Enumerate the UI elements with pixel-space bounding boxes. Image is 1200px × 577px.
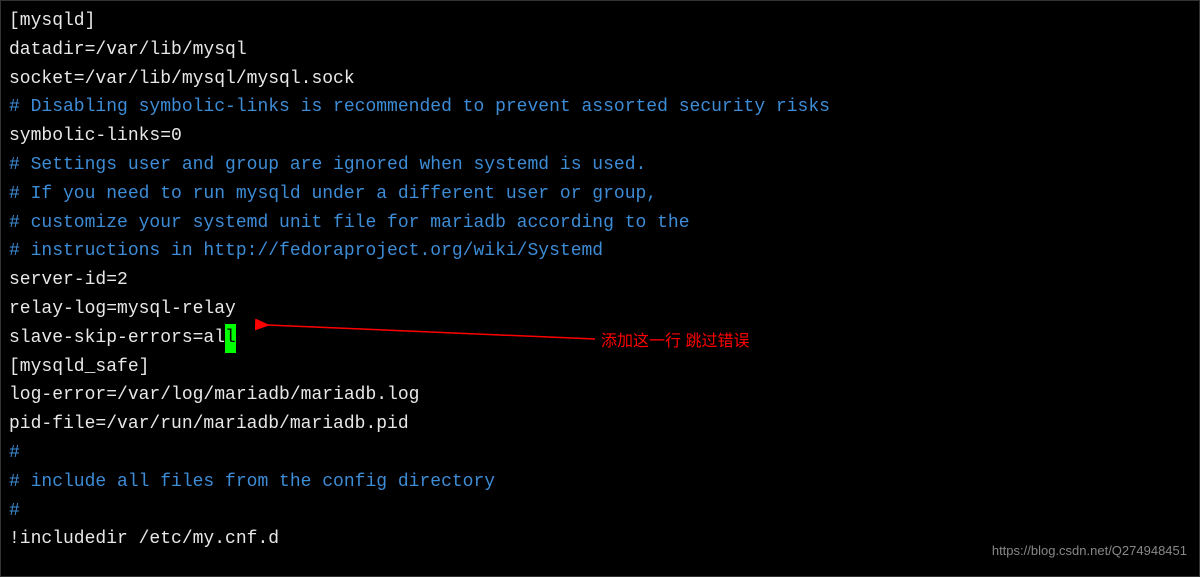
- config-comment-customize: # customize your systemd unit file for m…: [9, 209, 1191, 238]
- slave-skip-text: slave-skip-errors=al: [9, 328, 225, 348]
- config-comment-symbolic: # Disabling symbolic-links is recommende…: [9, 93, 1191, 122]
- config-hash1: #: [9, 439, 1191, 468]
- terminal-cursor: l: [225, 324, 236, 353]
- terminal-content: [mysqld] datadir=/var/lib/mysql socket=/…: [9, 7, 1191, 554]
- config-log-error: log-error=/var/log/mariadb/mariadb.log: [9, 381, 1191, 410]
- annotation-text: 添加这一行 跳过错误: [601, 329, 749, 355]
- config-section-mysqld-safe: [mysqld_safe]: [9, 353, 1191, 382]
- config-socket: socket=/var/lib/mysql/mysql.sock: [9, 65, 1191, 94]
- config-comment-instructions: # instructions in http://fedoraproject.o…: [9, 237, 1191, 266]
- config-datadir: datadir=/var/lib/mysql: [9, 36, 1191, 65]
- config-comment-ifyou: # If you need to run mysqld under a diff…: [9, 180, 1191, 209]
- config-section-mysqld: [mysqld]: [9, 7, 1191, 36]
- config-comment-include: # include all files from the config dire…: [9, 468, 1191, 497]
- config-symbolic-links: symbolic-links=0: [9, 122, 1191, 151]
- config-relay-log: relay-log=mysql-relay: [9, 295, 1191, 324]
- config-hash2: #: [9, 497, 1191, 526]
- watermark: https://blog.csdn.net/Q274948451: [992, 541, 1187, 562]
- config-comment-settings: # Settings user and group are ignored wh…: [9, 151, 1191, 180]
- config-server-id: server-id=2: [9, 266, 1191, 295]
- config-pid-file: pid-file=/var/run/mariadb/mariadb.pid: [9, 410, 1191, 439]
- config-slave-skip-errors: slave-skip-errors=all: [9, 324, 1191, 353]
